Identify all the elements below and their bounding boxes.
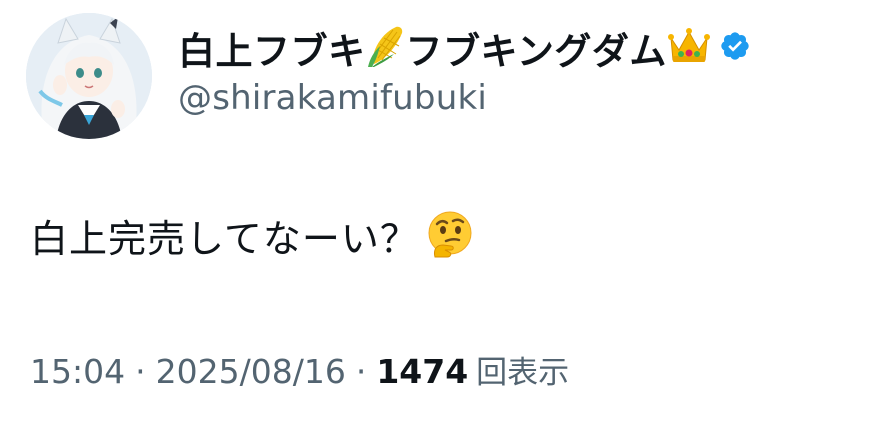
tweet-card: 白上フブキ フブキングダム @shirakamifubuki 白上完売してなーい… [0,0,895,425]
tweet-meta: 15:04 · 2025/08/16 · 1474 回表示 [30,347,569,392]
views-label: 回表示 [476,355,570,391]
meta-separator: · [355,352,367,391]
avatar[interactable] [26,13,152,139]
display-name-row[interactable]: 白上フブキ フブキングダム [178,22,751,74]
thinking-face-icon [425,209,475,263]
avatar-image [26,13,152,139]
corn-icon [366,24,406,72]
display-name-part1[interactable]: 白上フブキ [178,21,366,75]
user-handle[interactable]: @shirakamifubuki [178,78,751,118]
tweet-time[interactable]: 15:04 [30,352,125,391]
tweet-header: 白上フブキ フブキングダム @shirakamifubuki [178,22,751,118]
views-count[interactable]: 1474 [376,352,468,391]
tweet-date[interactable]: 2025/08/16 [156,352,346,391]
tweet-body: 白上完売してなーい？ [30,208,475,263]
meta-separator: · [135,352,146,391]
verified-badge-icon[interactable] [719,30,751,66]
display-name-part2[interactable]: フブキングダム [406,21,667,75]
tweet-text: 白上完売してなーい？ [30,217,419,261]
crown-icon [667,26,711,70]
